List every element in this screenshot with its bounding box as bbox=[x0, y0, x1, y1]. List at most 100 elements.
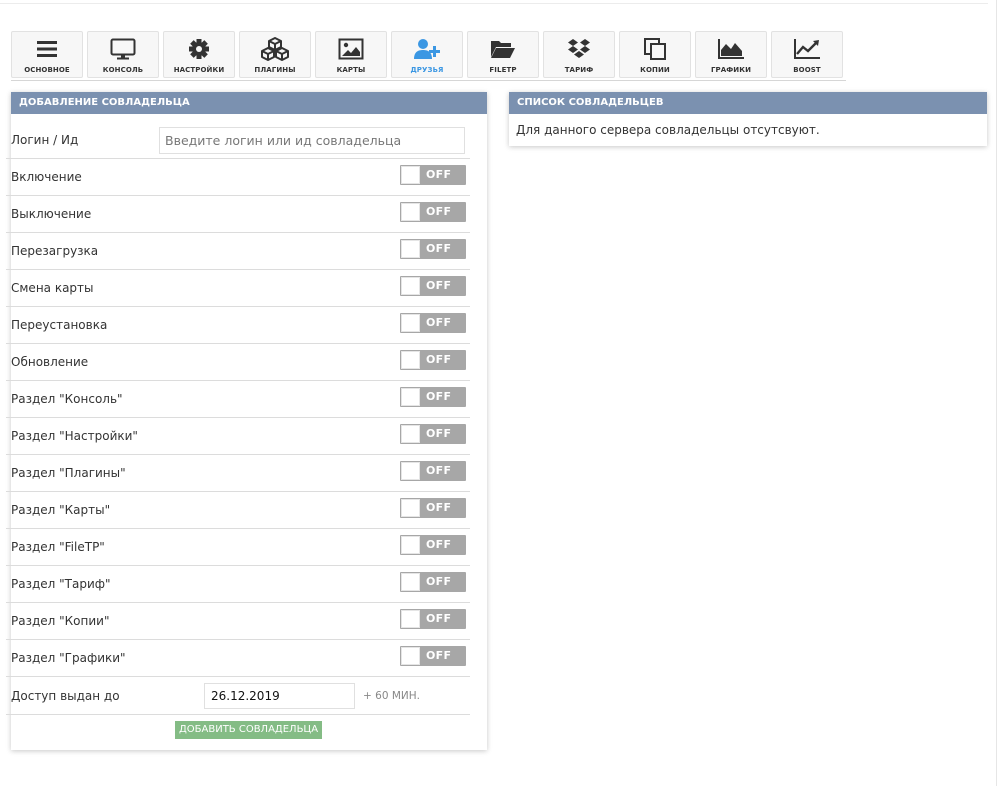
permission-toggle[interactable]: OFF bbox=[400, 239, 466, 259]
permission-row: Перезагрузка OFF bbox=[6, 233, 470, 270]
login-label: Логин / Ид bbox=[11, 133, 79, 147]
tab-boost[interactable]: BOOST bbox=[771, 31, 843, 78]
toggle-knob bbox=[401, 536, 420, 554]
permission-label: Раздел "FileTP" bbox=[11, 540, 105, 554]
toggle-state-text: OFF bbox=[426, 279, 452, 292]
tab-console-label: КОНСОЛЬ bbox=[102, 66, 144, 74]
permission-row: Раздел "Карты" OFF bbox=[6, 492, 470, 529]
toggle-state-text: OFF bbox=[426, 538, 452, 551]
toggle-state-text: OFF bbox=[426, 390, 452, 403]
right-divider bbox=[996, 0, 997, 786]
toggle-state-text: OFF bbox=[426, 242, 452, 255]
permission-row: Раздел "Графики" OFF bbox=[6, 640, 470, 677]
permission-toggle[interactable]: OFF bbox=[400, 276, 466, 296]
permission-toggle[interactable]: OFF bbox=[400, 572, 466, 592]
access-duration-hint: + 60 МИН. bbox=[363, 690, 420, 702]
cubes-icon bbox=[240, 37, 310, 61]
permission-label: Переустановка bbox=[11, 318, 108, 332]
permission-toggle[interactable]: OFF bbox=[400, 350, 466, 370]
permission-toggle[interactable]: OFF bbox=[400, 461, 466, 481]
tab-settings-label: НАСТРОЙКИ bbox=[173, 66, 225, 74]
access-row: Доступ выдан до 26.12.2019 + 60 МИН. bbox=[6, 677, 470, 715]
coowner-list-panel: СПИСОК СОВЛАДЕЛЬЦЕВ Для данного сервера … bbox=[509, 92, 987, 146]
line-chart-icon bbox=[772, 37, 842, 61]
user-plus-icon bbox=[392, 37, 462, 61]
toggle-state-text: OFF bbox=[426, 353, 452, 366]
toggle-state-text: OFF bbox=[426, 464, 452, 477]
coowner-list-empty-message: Для данного сервера совладельцы отсутсву… bbox=[516, 123, 820, 137]
section-toolbar: ОСНОВНОЕ КОНСОЛЬ НАСТРОЙКИ ПЛАГИНЫ КАРТЫ… bbox=[11, 31, 846, 81]
permission-label: Обновление bbox=[11, 355, 89, 369]
permission-label: Раздел "Тариф" bbox=[11, 577, 111, 591]
toggle-state-text: OFF bbox=[426, 649, 452, 662]
permission-label: Раздел "Карты" bbox=[11, 503, 111, 517]
toggle-knob bbox=[401, 277, 420, 295]
permission-label: Раздел "Консоль" bbox=[11, 392, 123, 406]
toggle-state-text: OFF bbox=[426, 427, 452, 440]
toggle-knob bbox=[401, 388, 420, 406]
permission-row: Переустановка OFF bbox=[6, 307, 470, 344]
folder-open-icon bbox=[468, 37, 538, 61]
dropbox-icon bbox=[544, 37, 614, 61]
permission-toggle[interactable]: OFF bbox=[400, 202, 466, 222]
tab-friends[interactable]: ДРУЗЬЯ bbox=[391, 31, 463, 78]
monitor-icon bbox=[88, 37, 158, 61]
tab-filetp-label: FILETP bbox=[489, 66, 517, 74]
permission-label: Включение bbox=[11, 170, 82, 184]
permission-row: Раздел "Тариф" OFF bbox=[6, 566, 470, 603]
tab-boost-label: BOOST bbox=[793, 66, 821, 74]
permission-row: Раздел "Плагины" OFF bbox=[6, 455, 470, 492]
permission-row: Выключение OFF bbox=[6, 196, 470, 233]
tab-copies[interactable]: КОПИИ bbox=[619, 31, 691, 78]
toggle-knob bbox=[401, 314, 420, 332]
permission-label: Раздел "Копии" bbox=[11, 614, 110, 628]
copy-icon bbox=[620, 37, 690, 61]
tab-maps[interactable]: КАРТЫ bbox=[315, 31, 387, 78]
permission-row: Раздел "Копии" OFF bbox=[6, 603, 470, 640]
permission-toggle[interactable]: OFF bbox=[400, 165, 466, 185]
tab-charts-label: ГРАФИКИ bbox=[710, 66, 752, 74]
toggle-knob bbox=[401, 573, 420, 591]
coowner-list-panel-title: СПИСОК СОВЛАДЕЛЬЦЕВ bbox=[509, 92, 987, 114]
tab-filetp[interactable]: FILETP bbox=[467, 31, 539, 78]
add-coowner-button[interactable]: ДОБАВИТЬ СОВЛАДЕЛЬЦА bbox=[175, 721, 322, 739]
tab-settings[interactable]: НАСТРОЙКИ bbox=[163, 31, 235, 78]
permission-row: Раздел "Настройки" OFF bbox=[6, 418, 470, 455]
add-coowner-form: Логин / Ид Введите логин или ид совладел… bbox=[6, 122, 470, 715]
toggle-knob bbox=[401, 166, 420, 184]
tab-charts[interactable]: ГРАФИКИ bbox=[695, 31, 767, 78]
tab-tariff[interactable]: ТАРИФ bbox=[543, 31, 615, 78]
permission-toggle[interactable]: OFF bbox=[400, 535, 466, 555]
tab-console[interactable]: КОНСОЛЬ bbox=[87, 31, 159, 78]
permission-toggle[interactable]: OFF bbox=[400, 387, 466, 407]
permission-row: Обновление OFF bbox=[6, 344, 470, 381]
image-icon bbox=[316, 37, 386, 61]
tab-copies-label: КОПИИ bbox=[640, 66, 670, 74]
permission-row: Раздел "Консоль" OFF bbox=[6, 381, 470, 418]
permission-label: Раздел "Настройки" bbox=[11, 429, 138, 443]
access-date-input[interactable]: 26.12.2019 bbox=[204, 683, 355, 709]
permission-toggle[interactable]: OFF bbox=[400, 424, 466, 444]
permission-label: Раздел "Плагины" bbox=[11, 466, 126, 480]
toggle-state-text: OFF bbox=[426, 168, 452, 181]
tab-main[interactable]: ОСНОВНОЕ bbox=[11, 31, 83, 78]
toggle-knob bbox=[401, 610, 420, 628]
gear-icon bbox=[164, 37, 234, 61]
tab-plugins-label: ПЛАГИНЫ bbox=[254, 66, 296, 74]
permission-toggle[interactable]: OFF bbox=[400, 609, 466, 629]
toggle-state-text: OFF bbox=[426, 575, 452, 588]
menu-icon bbox=[12, 37, 82, 61]
toggle-state-text: OFF bbox=[426, 501, 452, 514]
permission-row: Смена карты OFF bbox=[6, 270, 470, 307]
toggle-state-text: OFF bbox=[426, 316, 452, 329]
permission-toggle[interactable]: OFF bbox=[400, 498, 466, 518]
access-label: Доступ выдан до bbox=[11, 689, 120, 703]
tab-plugins[interactable]: ПЛАГИНЫ bbox=[239, 31, 311, 78]
toggle-knob bbox=[401, 647, 420, 665]
permission-toggle[interactable]: OFF bbox=[400, 646, 466, 666]
login-input[interactable]: Введите логин или ид совладельца bbox=[159, 127, 465, 154]
top-divider bbox=[0, 0, 988, 4]
tab-maps-label: КАРТЫ bbox=[336, 66, 366, 74]
permission-toggle[interactable]: OFF bbox=[400, 313, 466, 333]
toggle-knob bbox=[401, 425, 420, 443]
